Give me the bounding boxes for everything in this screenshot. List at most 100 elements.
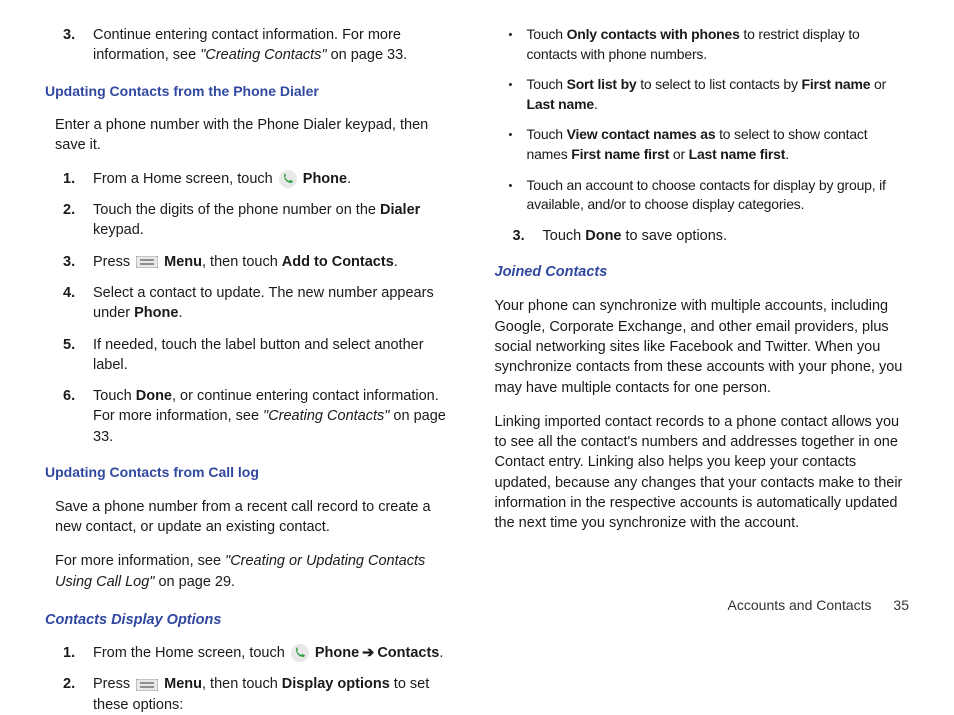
text: Touch — [527, 26, 567, 42]
text: Touch — [527, 126, 567, 142]
step-2: 2. Touch the digits of the phone number … — [45, 200, 460, 241]
text: to save options. — [621, 228, 727, 244]
bold-label: Add to Contacts — [282, 254, 394, 270]
step-number: 1. — [63, 643, 91, 663]
bullet-body: Touch an account to choose contacts for … — [527, 176, 910, 215]
text: on page 29. — [154, 574, 235, 590]
step-body: From the Home screen, touch Phone➔Contac… — [91, 643, 460, 663]
bullet-body: Touch View contact names as to select to… — [527, 125, 910, 164]
bullet-item: • Touch Only contacts with phones to res… — [495, 25, 910, 64]
bold-label: View contact names as — [567, 126, 716, 142]
bullet-item: • Touch View contact names as to select … — [495, 125, 910, 164]
step-number: 5. — [63, 335, 91, 376]
step-body: Touch the digits of the phone number on … — [91, 200, 460, 241]
text: to select to list contacts by — [637, 76, 802, 92]
paragraph: Linking imported contact records to a ph… — [495, 412, 910, 534]
step-5: 5. If needed, touch the label button and… — [45, 335, 460, 376]
continued-step-3: 3. Continue entering contact information… — [45, 25, 460, 66]
paragraph: For more information, see "Creating or U… — [55, 551, 460, 592]
footer-section-title: Accounts and Contacts — [728, 597, 872, 613]
step-4: 4. Select a contact to update. The new n… — [45, 283, 460, 324]
text: . — [439, 645, 443, 661]
two-column-layout: 3. Continue entering contact information… — [45, 22, 909, 577]
reference-italic: "Creating Contacts" — [263, 408, 389, 424]
heading-joined-contacts: Joined Contacts — [495, 262, 910, 282]
text: From a Home screen, touch — [93, 171, 277, 187]
step-number: 4. — [63, 283, 91, 324]
text: Touch — [543, 228, 586, 244]
bold-label: Last name — [527, 96, 594, 112]
text: or — [870, 76, 886, 92]
menu-icon — [136, 256, 158, 268]
right-column: • Touch Only contacts with phones to res… — [495, 22, 910, 577]
bullet-dot: • — [509, 25, 527, 64]
step-body: Touch Done to save options. — [541, 226, 910, 246]
step-body: Select a contact to update. The new numb… — [91, 283, 460, 324]
step-number: 2. — [63, 200, 91, 241]
bold-label: Phone — [303, 171, 347, 187]
bold-label: Last name first — [689, 146, 786, 162]
text: . — [594, 96, 598, 112]
step-body: From a Home screen, touch Phone. — [91, 169, 460, 189]
heading-updating-from-dialer: Updating Contacts from the Phone Dialer — [45, 82, 460, 102]
bold-label: Dialer — [380, 202, 420, 218]
bold-label: Contacts — [377, 645, 439, 661]
bold-label: Done — [136, 388, 172, 404]
step-3-right: 3. Touch Done to save options. — [495, 226, 910, 246]
heading-updating-from-call-log: Updating Contacts from Call log — [45, 463, 460, 483]
step-number: 3. — [63, 252, 91, 272]
step-number: 1. — [63, 169, 91, 189]
step-body: Continue entering contact information. F… — [91, 25, 460, 66]
text: . — [785, 146, 789, 162]
intro-paragraph: Enter a phone number with the Phone Dial… — [55, 115, 460, 156]
paragraph: Save a phone number from a recent call r… — [55, 497, 460, 538]
bullet-item: • Touch Sort list by to select to list c… — [495, 75, 910, 114]
bold-label: Phone — [134, 305, 178, 321]
reference-italic: "Creating Contacts" — [200, 47, 326, 63]
text: Touch — [93, 388, 136, 404]
text: keypad. — [93, 222, 144, 238]
page-footer: Accounts and Contacts 35 — [728, 596, 909, 616]
footer-page-number: 35 — [893, 597, 909, 613]
bold-label: First name — [802, 76, 871, 92]
bold-label: Menu — [164, 254, 202, 270]
text: . — [347, 171, 351, 187]
step-body: If needed, touch the label button and se… — [91, 335, 460, 376]
step-1: 1. From a Home screen, touch Phone. — [45, 169, 460, 189]
text: or — [669, 146, 688, 162]
paragraph: Your phone can synchronize with multiple… — [495, 296, 910, 397]
bullet-item: • Touch an account to choose contacts fo… — [495, 176, 910, 215]
text: , then touch — [202, 254, 282, 270]
bold-label: Only contacts with phones — [567, 26, 740, 42]
bullet-dot: • — [509, 125, 527, 164]
text: . — [178, 305, 182, 321]
text: on page 33. — [327, 47, 408, 63]
text: Touch — [527, 76, 567, 92]
text: , then touch — [202, 676, 282, 692]
bold-label: Done — [585, 228, 621, 244]
text: Touch the digits of the phone number on … — [93, 202, 380, 218]
phone-icon — [279, 170, 297, 188]
step-body: Press Menu, then touch Display options t… — [91, 674, 460, 715]
text: . — [394, 254, 398, 270]
step-body: Touch Done, or continue entering contact… — [91, 386, 460, 447]
step-body: Press Menu, then touch Add to Contacts. — [91, 252, 460, 272]
bold-label: First name first — [571, 146, 669, 162]
bullet-dot: • — [509, 176, 527, 215]
step-number: 2. — [63, 674, 91, 715]
step-number: 3. — [63, 25, 91, 66]
bold-label: Menu — [164, 676, 202, 692]
step-6: 6. Touch Done, or continue entering cont… — [45, 386, 460, 447]
text: Press — [93, 676, 134, 692]
step-3: 3. Press Menu, then touch Add to Contact… — [45, 252, 460, 272]
phone-icon — [291, 644, 309, 662]
cdo-step-2: 2. Press Menu, then touch Display option… — [45, 674, 460, 715]
step-number: 6. — [63, 386, 91, 447]
bullet-body: Touch Only contacts with phones to restr… — [527, 25, 910, 64]
cdo-step-1: 1. From the Home screen, touch Phone➔Con… — [45, 643, 460, 663]
text: For more information, see — [55, 553, 225, 569]
heading-contacts-display-options: Contacts Display Options — [45, 610, 460, 630]
bold-label: Sort list by — [567, 76, 637, 92]
bold-label: Display options — [282, 676, 390, 692]
bold-label: Phone — [315, 645, 359, 661]
